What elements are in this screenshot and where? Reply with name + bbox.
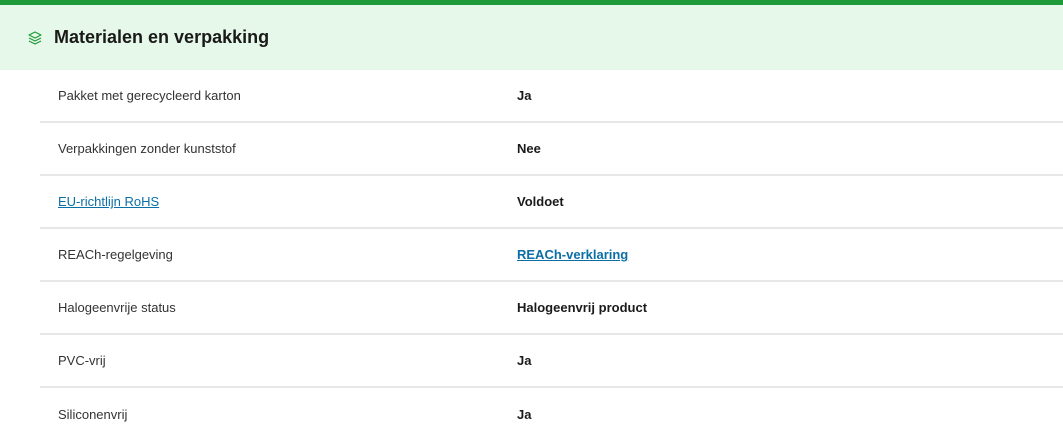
spec-label: REACh-regelgeving — [58, 247, 173, 262]
rohs-link[interactable]: EU-richtlijn RoHS — [58, 194, 159, 209]
spec-value: Halogeenvrij product — [517, 300, 648, 315]
spec-label: PVC-vrij — [58, 353, 106, 368]
spec-label-cell: EU-richtlijn RoHS — [40, 194, 517, 209]
spec-row-reach: REACh-regelgeving REACh-verklaring — [40, 229, 1063, 282]
spec-row-halogen-free: Halogeenvrije status Halogeenvrij produc… — [40, 282, 1063, 335]
spec-row-recycled-cardboard: Pakket met gerecycleerd karton Ja — [40, 70, 1063, 123]
spec-value: Ja — [517, 353, 532, 368]
spec-label: Siliconenvrij — [58, 407, 128, 422]
section-title: Materialen en verpakking — [54, 27, 270, 47]
spec-row-plastic-free-packaging: Verpakkingen zonder kunststof Nee — [40, 123, 1063, 176]
materials-packaging-panel: Materialen en verpakking Pakket met gere… — [0, 0, 1063, 444]
layers-icon — [26, 29, 44, 47]
spec-value: Ja — [517, 88, 532, 103]
reach-declaration-link[interactable]: REACh-verklaring — [517, 247, 628, 262]
spec-value: Voldoet — [517, 194, 564, 209]
spec-value: Nee — [517, 141, 541, 156]
spec-label: Halogeenvrije status — [58, 300, 176, 315]
spec-row-silicone-free: Siliconenvrij Ja — [40, 388, 1063, 441]
spec-row-rohs: EU-richtlijn RoHS Voldoet — [40, 176, 1063, 229]
spec-label: Pakket met gerecycleerd karton — [58, 88, 241, 103]
spec-value: Ja — [517, 407, 532, 422]
spec-label: Verpakkingen zonder kunststof — [58, 141, 236, 156]
spec-table: Pakket met gerecycleerd karton Ja Verpak… — [40, 70, 1063, 441]
spec-value-cell: REACh-verklaring — [517, 247, 1063, 262]
spec-row-pvc-free: PVC-vrij Ja — [40, 335, 1063, 388]
section-header: Materialen en verpakking — [0, 5, 1063, 70]
